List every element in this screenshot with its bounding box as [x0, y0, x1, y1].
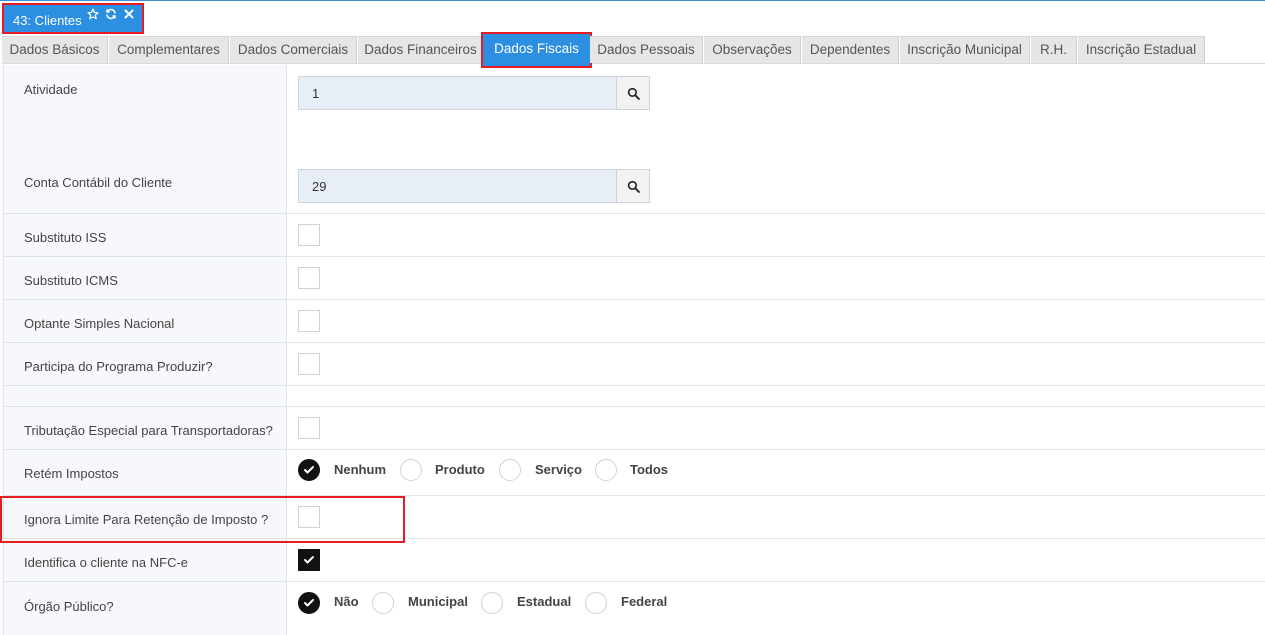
- row-retem-impostos: Retém Impostos Nenhum Produto Serviço To…: [4, 450, 1265, 496]
- window-tab-clientes[interactable]: 43: Clientes: [2, 3, 144, 34]
- substituto-icms-label: Substituto ICMS: [24, 273, 118, 288]
- substituto-icms-checkbox[interactable]: [298, 267, 320, 289]
- window-tab-bar: 43: Clientes: [0, 0, 1265, 35]
- tab-inscricao-municipal[interactable]: Inscrição Municipal: [900, 36, 1030, 63]
- substituto-iss-label: Substituto ISS: [24, 230, 107, 245]
- tab-inscricao-estadual[interactable]: Inscrição Estadual: [1078, 36, 1205, 63]
- row-programa-produzir: Participa do Programa Produzir?: [4, 343, 1265, 386]
- orgao-federal-radio[interactable]: [585, 592, 607, 614]
- tab-dados-pessoais[interactable]: Dados Pessoais: [590, 36, 703, 63]
- atividade-search-button[interactable]: [616, 77, 649, 109]
- identifica-nfce-checkbox[interactable]: [298, 549, 320, 571]
- retem-todos-label: Todos: [630, 462, 669, 477]
- search-icon: [627, 87, 640, 100]
- tributacao-transportadoras-checkbox[interactable]: [298, 417, 320, 439]
- orgao-municipal-label: Municipal: [408, 594, 468, 609]
- retem-produto-radio[interactable]: [400, 459, 422, 481]
- retem-servico-radio[interactable]: [499, 459, 521, 481]
- tab-observacoes[interactable]: Observações: [704, 36, 801, 63]
- programa-produzir-checkbox[interactable]: [298, 353, 320, 375]
- dados-fiscais-form: Atividade 1 Conta Contábil do Cliente 29…: [3, 65, 1265, 635]
- row-orgao-publico: Órgão Público? Não Municipal Estadual Fe…: [4, 582, 1265, 635]
- orgao-municipal-radio[interactable]: [372, 592, 394, 614]
- search-icon: [627, 180, 640, 193]
- check-icon: [304, 556, 314, 564]
- optante-simples-checkbox[interactable]: [298, 310, 320, 332]
- identifica-nfce-label: Identifica o cliente na NFC-e: [24, 555, 189, 570]
- tab-dependentes[interactable]: Dependentes: [802, 36, 899, 63]
- orgao-estadual-label: Estadual: [517, 594, 572, 609]
- retem-todos-radio[interactable]: [595, 459, 617, 481]
- retem-nenhum-radio[interactable]: [298, 459, 320, 481]
- retem-impostos-label: Retém Impostos: [24, 466, 119, 481]
- substituto-iss-checkbox[interactable]: [298, 224, 320, 246]
- orgao-nao-label: Não: [334, 594, 359, 609]
- conta-contabil-label: Conta Contábil do Cliente: [24, 175, 173, 190]
- tab-complementares[interactable]: Complementares: [109, 36, 229, 63]
- conta-contabil-lookup[interactable]: 29: [298, 169, 650, 203]
- retem-produto-label: Produto: [435, 462, 485, 477]
- tab-dados-basicos[interactable]: Dados Básicos: [2, 36, 108, 63]
- atividade-lookup[interactable]: 1: [298, 76, 650, 110]
- section-tabs: Dados Básicos Complementares Dados Comer…: [2, 32, 1265, 68]
- row-identifica-nfce: Identifica o cliente na NFC-e: [4, 539, 1265, 582]
- orgao-estadual-radio[interactable]: [481, 592, 503, 614]
- ignora-limite-checkbox[interactable]: [298, 506, 320, 528]
- row-atividade: Atividade 1: [4, 65, 1265, 157]
- conta-contabil-search-button[interactable]: [616, 170, 649, 202]
- refresh-icon[interactable]: [104, 7, 118, 21]
- row-substituto-iss: Substituto ISS: [4, 214, 1265, 257]
- row-tributacao-transportadoras: Tributação Especial para Transportadoras…: [4, 407, 1265, 450]
- orgao-publico-label: Órgão Público?: [24, 599, 114, 614]
- tab-rh[interactable]: R.H.: [1031, 36, 1077, 63]
- row-spacer: [4, 386, 1265, 407]
- tab-dados-fiscais[interactable]: Dados Fiscais: [481, 32, 592, 68]
- tab-dados-comerciais[interactable]: Dados Comerciais: [230, 36, 357, 63]
- retem-servico-label: Serviço: [535, 462, 582, 477]
- conta-contabil-value: 29: [312, 179, 327, 194]
- atividade-value: 1: [312, 86, 320, 101]
- retem-nenhum-label: Nenhum: [334, 462, 386, 477]
- row-conta-contabil: Conta Contábil do Cliente 29: [4, 157, 1265, 214]
- check-icon: [304, 599, 314, 607]
- atividade-label: Atividade: [24, 82, 78, 97]
- ignora-limite-label: Ignora Limite Para Retenção de Imposto ?: [24, 512, 269, 527]
- orgao-nao-radio[interactable]: [298, 592, 320, 614]
- row-optante-simples: Optante Simples Nacional: [4, 300, 1265, 343]
- programa-produzir-label: Participa do Programa Produzir?: [24, 359, 213, 374]
- tab-dados-financeiros[interactable]: Dados Financeiros: [358, 36, 484, 63]
- orgao-federal-label: Federal: [621, 594, 668, 609]
- star-icon[interactable]: [86, 7, 100, 21]
- check-icon: [304, 466, 314, 474]
- close-icon[interactable]: [122, 7, 136, 21]
- row-ignora-limite: Ignora Limite Para Retenção de Imposto ?: [4, 496, 1265, 539]
- row-substituto-icms: Substituto ICMS: [4, 257, 1265, 300]
- window-tab-title: 43: Clientes: [13, 13, 82, 28]
- tributacao-transportadoras-label: Tributação Especial para Transportadoras…: [24, 423, 273, 438]
- optante-simples-label: Optante Simples Nacional: [24, 316, 175, 331]
